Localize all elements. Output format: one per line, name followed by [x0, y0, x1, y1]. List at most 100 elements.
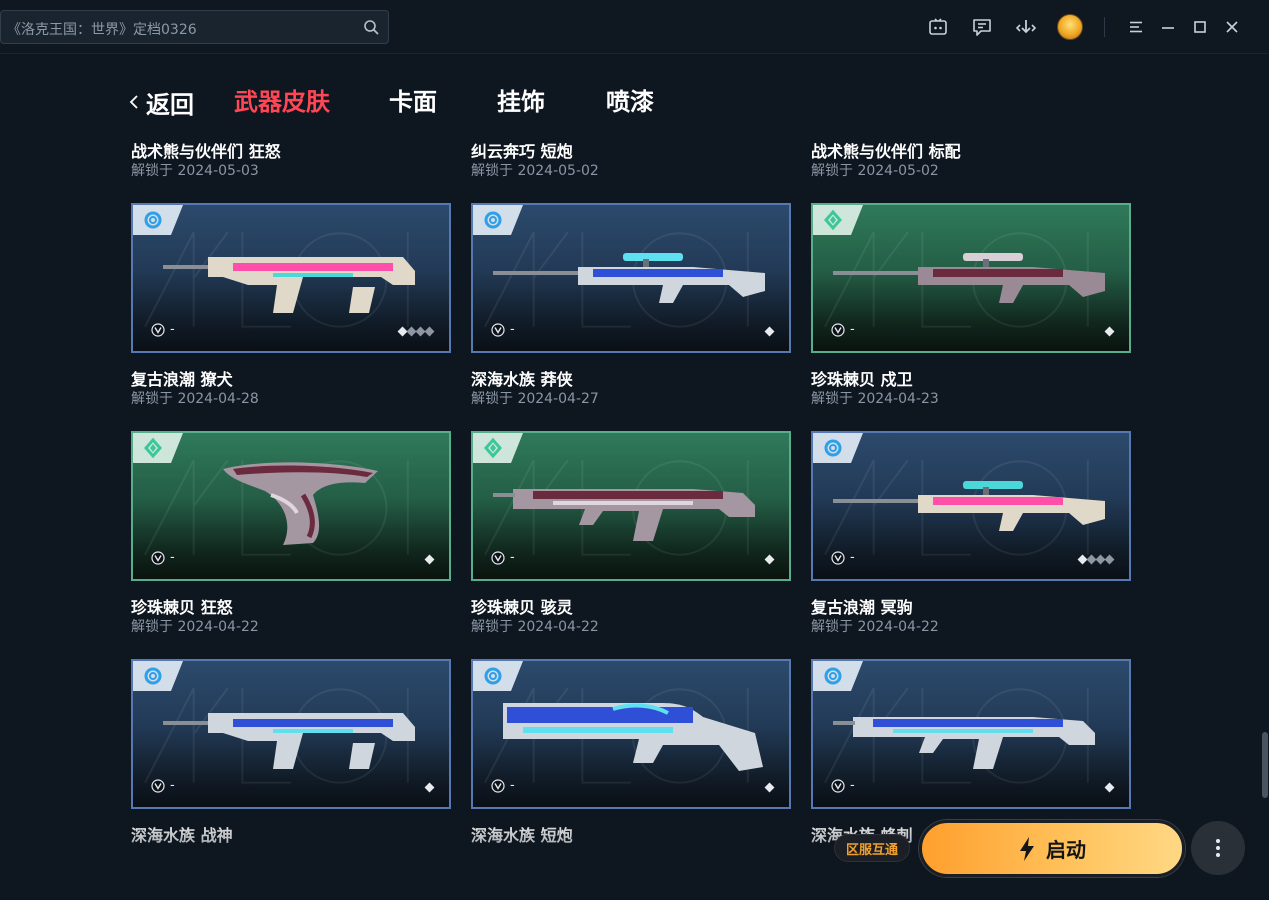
item-unlock-date: 解锁于 2024-05-02: [811, 163, 939, 179]
search-icon[interactable]: [363, 19, 379, 35]
rarity-diamond: [1104, 326, 1115, 337]
maximize-icon[interactable]: [1188, 15, 1212, 39]
rarity-indicator: [764, 326, 775, 337]
valorant-icon: [151, 550, 165, 565]
valorant-icon: [151, 778, 165, 793]
rarity-indicator: [764, 782, 775, 793]
skin-card[interactable]: -: [811, 203, 1131, 353]
item-title: 纠云奔巧 短炮: [471, 142, 573, 161]
item-title: 珍珠棘贝 骇灵: [471, 598, 573, 617]
skin-tier-text: -: [510, 550, 515, 565]
close-icon[interactable]: [1220, 15, 1244, 39]
skin-tier: -: [831, 550, 855, 565]
tab-cards[interactable]: 卡面: [389, 85, 437, 119]
valorant-icon: [151, 322, 165, 337]
item-unlock-date: 解锁于 2024-05-02: [471, 163, 599, 179]
skin-tier-text: -: [170, 550, 175, 565]
search-bar[interactable]: 《洛克王国：世界》定档0326: [0, 10, 389, 44]
weapon-image: [163, 257, 415, 313]
more-vertical-icon: [1216, 839, 1220, 857]
game-controller-icon[interactable]: [926, 15, 950, 39]
skin-tier: -: [831, 778, 855, 793]
weapon-image: [493, 253, 765, 303]
rarity-diamond: [424, 554, 435, 565]
valorant-icon: [491, 322, 505, 337]
skin-tier: -: [151, 322, 175, 337]
rarity-indicator: [1104, 782, 1115, 793]
rarity-indicator: [424, 554, 435, 565]
download-icon[interactable]: [1014, 15, 1038, 39]
skin-card[interactable]: -: [471, 203, 791, 353]
valorant-icon: [491, 778, 505, 793]
skin-tier-text: -: [850, 778, 855, 793]
back-label: 返回: [146, 90, 194, 119]
skin-tier-text: -: [510, 778, 515, 793]
skin-card[interactable]: -: [131, 659, 451, 809]
rarity-diamond: [764, 554, 775, 565]
skin-card[interactable]: -: [131, 203, 451, 353]
item-title: 复古浪潮 獠犬: [131, 370, 233, 389]
server-badge: 区服互通: [834, 834, 910, 862]
skin-card[interactable]: -: [131, 431, 451, 581]
more-options-button[interactable]: [1191, 821, 1245, 875]
skin-card[interactable]: -: [471, 659, 791, 809]
skin-tier-text: -: [850, 322, 855, 337]
item-unlock-date: 解锁于 2024-04-23: [811, 391, 939, 407]
weapon-image: [833, 253, 1105, 303]
rarity-indicator: [1104, 326, 1115, 337]
rarity-diamond: [764, 326, 775, 337]
menu-icon[interactable]: [1124, 15, 1148, 39]
skin-tier-text: -: [170, 778, 175, 793]
valorant-icon: [491, 550, 505, 565]
minimize-icon[interactable]: [1156, 15, 1180, 39]
titlebar-divider: [1104, 17, 1105, 37]
skin-tier-text: -: [510, 322, 515, 337]
rarity-diamond: [424, 782, 435, 793]
skin-tier-text: -: [850, 550, 855, 565]
rarity-indicator: [397, 326, 435, 337]
item-title: 战术熊与伙伴们 狂怒: [131, 142, 281, 161]
item-title: 珍珠棘贝 戍卫: [811, 370, 913, 389]
weapon-image: [493, 489, 755, 541]
skin-card[interactable]: -: [811, 431, 1131, 581]
item-title: 深海水族 战神: [131, 826, 233, 845]
skin-tier: -: [831, 322, 855, 337]
item-title: 珍珠棘贝 狂怒: [131, 598, 233, 617]
rarity-indicator: [764, 554, 775, 565]
scrollbar-thumb[interactable]: [1262, 732, 1268, 798]
item-title: 深海水族 莽侠: [471, 370, 573, 389]
weapon-image: [223, 462, 378, 545]
skin-tier: -: [491, 778, 515, 793]
item-title: 深海水族 短炮: [471, 826, 573, 845]
message-icon[interactable]: [970, 15, 994, 39]
weapon-image: [163, 713, 415, 769]
skin-card[interactable]: -: [471, 431, 791, 581]
item-title: 战术熊与伙伴们 标配: [811, 142, 961, 161]
skin-tier: -: [151, 550, 175, 565]
chevron-left-icon: [129, 95, 138, 109]
valorant-icon: [831, 322, 845, 337]
item-unlock-date: 解锁于 2024-04-27: [471, 391, 599, 407]
tab-weapon-skins[interactable]: 武器皮肤: [234, 85, 330, 119]
item-unlock-date: 解锁于 2024-04-22: [131, 619, 259, 635]
launch-label: 启动: [1046, 838, 1086, 862]
item-unlock-date: 解锁于 2024-04-22: [811, 619, 939, 635]
item-unlock-date: 解锁于 2024-05-03: [131, 163, 259, 179]
weapon-image: [503, 703, 763, 771]
avatar[interactable]: [1057, 14, 1083, 40]
tab-sprays[interactable]: 喷漆: [606, 85, 654, 119]
launch-button[interactable]: 启动: [919, 820, 1185, 877]
back-button[interactable]: 返回: [128, 85, 194, 119]
search-input[interactable]: 《洛克王国：世界》定档0326: [7, 19, 197, 39]
item-unlock-date: 解锁于 2024-04-28: [131, 391, 259, 407]
valorant-icon: [831, 550, 845, 565]
item-title: 复古浪潮 冥驹: [811, 598, 913, 617]
rarity-diamond: [1104, 554, 1115, 565]
skin-tier: -: [491, 322, 515, 337]
item-unlock-date: 解锁于 2024-04-22: [471, 619, 599, 635]
weapon-image: [833, 717, 1095, 769]
rarity-indicator: [424, 782, 435, 793]
tab-charms[interactable]: 挂饰: [497, 85, 545, 119]
skin-tier: -: [151, 778, 175, 793]
skin-card[interactable]: -: [811, 659, 1131, 809]
